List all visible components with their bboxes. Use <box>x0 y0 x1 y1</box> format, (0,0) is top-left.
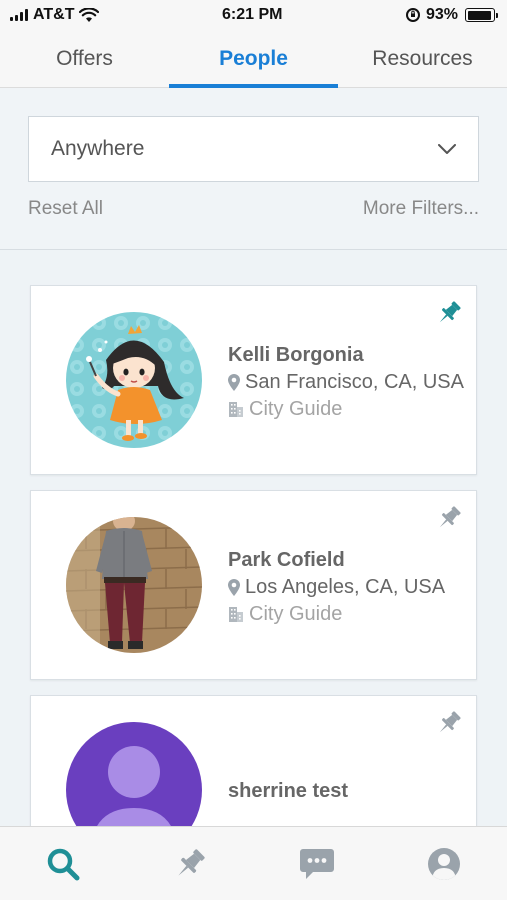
person-location: San Francisco, CA, USA <box>245 371 464 393</box>
more-filters-link[interactable]: More Filters... <box>363 198 479 220</box>
battery-icon <box>465 8 498 22</box>
carrier-label: AT&T <box>33 6 75 23</box>
nav-profile-button[interactable] <box>414 834 474 894</box>
person-name: Kelli Borgonia <box>228 344 364 366</box>
signal-icon <box>10 9 28 21</box>
tab-bar: Offers People Resources <box>0 30 507 88</box>
person-name: Park Cofield <box>228 549 345 571</box>
building-icon <box>229 606 243 622</box>
tab-offers[interactable]: Offers <box>0 30 169 87</box>
building-icon <box>229 401 243 417</box>
bottom-nav <box>0 826 507 900</box>
default-person-avatar <box>66 722 202 826</box>
reset-all-link[interactable]: Reset All <box>28 198 103 220</box>
orientation-lock-icon <box>405 8 420 22</box>
pin-icon[interactable] <box>434 503 464 533</box>
battery-percent: 93% <box>425 6 458 23</box>
nav-messages-button[interactable] <box>287 834 347 894</box>
status-time: 6:21 PM <box>221 6 283 23</box>
pin-icon <box>178 848 205 876</box>
profile-icon <box>427 847 460 880</box>
person-card[interactable]: Kelli Borgonia San Francisco, CA, USA Ci… <box>30 285 477 475</box>
wifi-icon <box>79 7 100 22</box>
cartoon-girl-avatar <box>66 312 202 448</box>
location-select-value: Anywhere <box>51 137 145 160</box>
nav-search-button[interactable] <box>33 834 93 894</box>
photo-man-avatar <box>66 517 202 653</box>
location-pin-icon <box>228 578 240 596</box>
person-card[interactable]: sherrine test <box>30 695 477 826</box>
person-role: City Guide <box>249 603 343 625</box>
chat-icon <box>299 848 334 879</box>
search-icon <box>48 848 80 880</box>
pin-icon[interactable] <box>434 298 464 328</box>
pin-icon[interactable] <box>434 708 464 738</box>
person-location: Los Angeles, CA, USA <box>245 576 446 598</box>
nav-pinned-button[interactable] <box>160 834 220 894</box>
status-bar: AT&T 6:21 PM 93% <box>0 0 507 30</box>
filter-panel: Anywhere Reset All More Filters... <box>0 88 507 250</box>
tab-resources[interactable]: Resources <box>338 30 507 87</box>
tab-people[interactable]: People <box>169 30 338 88</box>
chevron-down-icon <box>438 144 456 154</box>
person-card[interactable]: Park Cofield Los Angeles, CA, USA City G… <box>30 490 477 680</box>
people-list: Kelli Borgonia San Francisco, CA, USA Ci… <box>0 251 507 826</box>
person-name: sherrine test <box>228 780 349 802</box>
location-select[interactable]: Anywhere <box>28 116 479 182</box>
location-pin-icon <box>228 373 240 391</box>
person-role: City Guide <box>249 398 343 420</box>
